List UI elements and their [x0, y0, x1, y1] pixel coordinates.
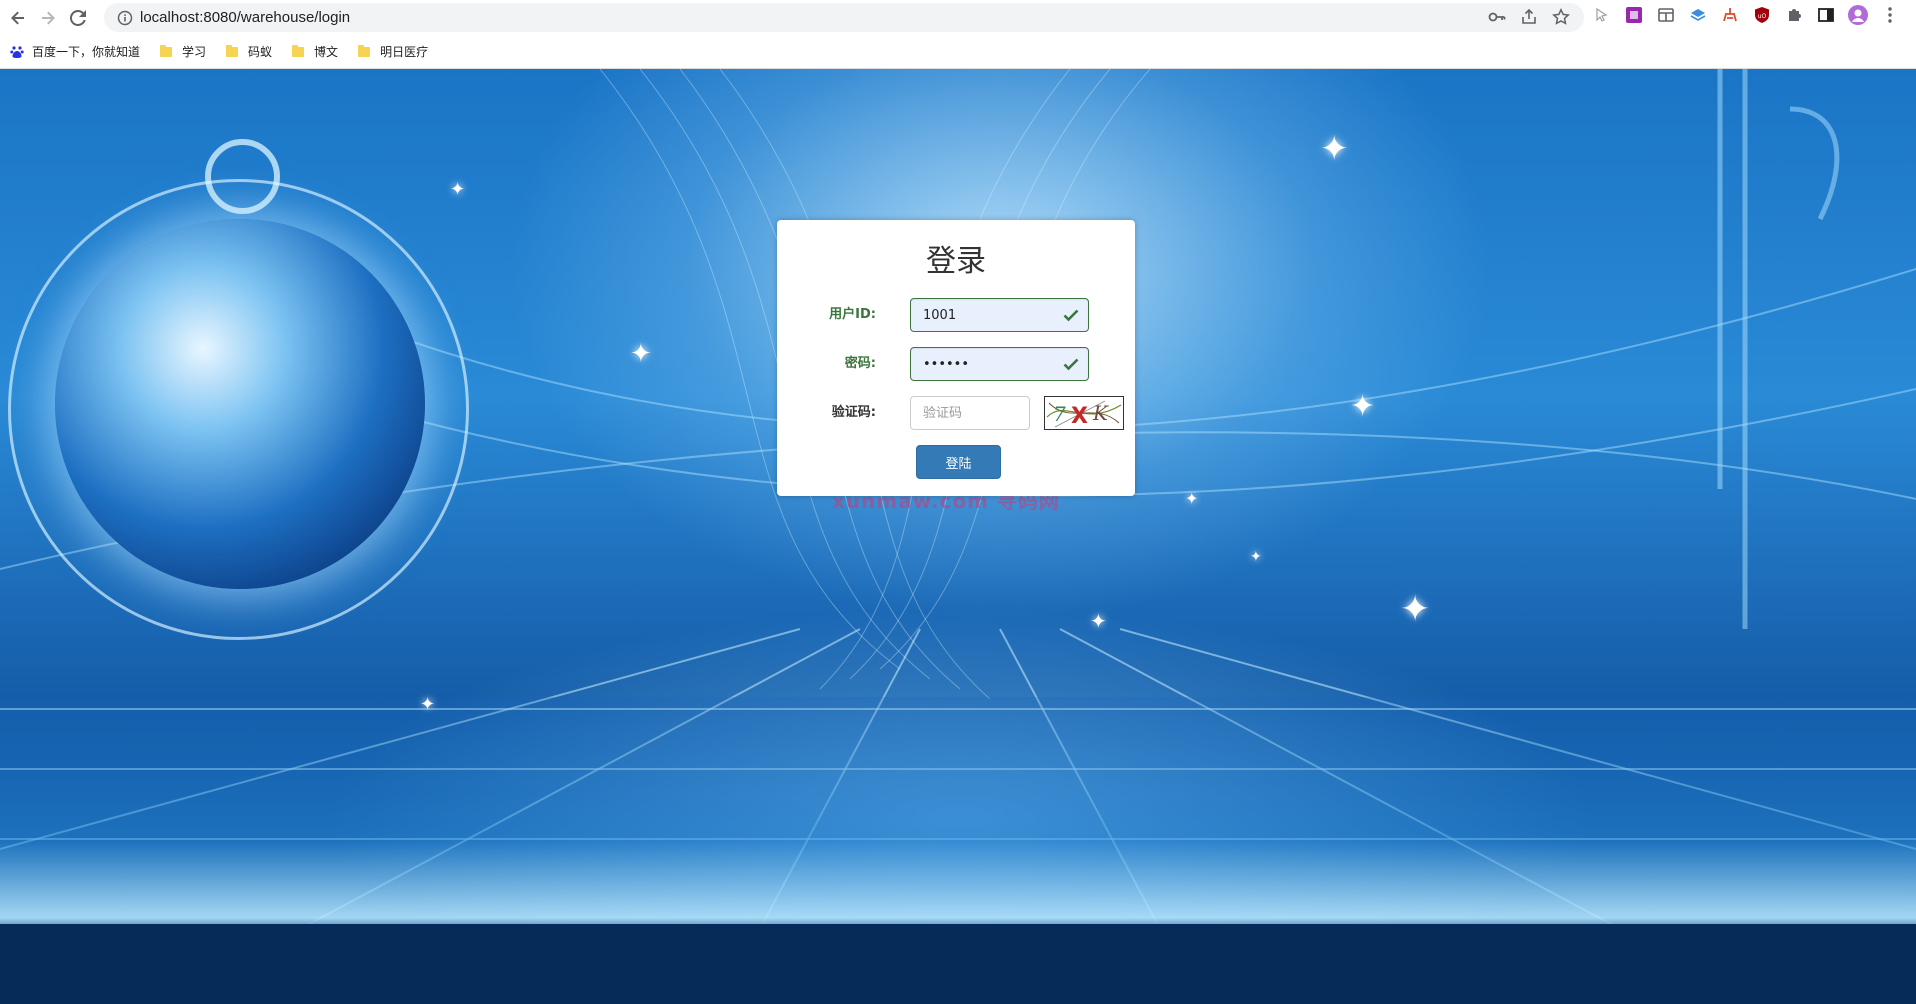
bookmark-label: 码蚁	[248, 45, 273, 59]
captcha-image[interactable]: 7 X K	[1044, 396, 1124, 430]
password-row: 密码:	[777, 347, 1135, 383]
sparkle-icon: ✦	[1185, 489, 1199, 508]
folder-icon	[358, 44, 371, 57]
captcha-char-3: K	[1092, 401, 1109, 425]
sparkle-icon: ✦	[420, 694, 436, 715]
check-icon	[1063, 356, 1079, 372]
sparkle-icon: ✦	[1090, 609, 1107, 633]
login-submit-button[interactable]: 登陆	[916, 445, 1001, 479]
browser-toolbar: localhost:8080/warehouse/login uO	[0, 0, 1916, 35]
pdf-extension-icon[interactable]	[1624, 5, 1644, 25]
url-text[interactable]: localhost:8080/warehouse/login	[140, 9, 350, 26]
user-id-row: 用户ID:	[777, 298, 1135, 334]
bookmark-folder-blog[interactable]: 博文	[292, 43, 338, 60]
reload-icon[interactable]	[63, 3, 93, 33]
user-id-label: 用户ID:	[829, 307, 876, 322]
captcha-row: 验证码: 7 X K	[777, 396, 1135, 432]
folder-icon	[160, 44, 173, 57]
login-title: 登录	[926, 244, 986, 279]
bookmark-star-icon[interactable]	[1552, 8, 1570, 30]
bookmark-label: 明日医疗	[380, 45, 429, 59]
password-label: 密码:	[844, 356, 876, 371]
bookmark-label: 博文	[314, 45, 339, 59]
translate-extension-icon[interactable]	[1720, 5, 1740, 25]
layers-extension-icon[interactable]	[1688, 5, 1708, 25]
bookmark-label: 百度一下，你就知道	[32, 45, 141, 59]
check-icon	[1063, 307, 1079, 323]
globe-illustration	[55, 219, 425, 589]
extensions-puzzle-icon[interactable]	[1784, 5, 1804, 25]
sparkle-icon: ✦	[1350, 389, 1376, 424]
sparkle-icon: ✦	[1320, 129, 1349, 169]
bookmark-baidu[interactable]: 百度一下，你就知道	[10, 43, 140, 60]
captcha-char-1: 7	[1053, 402, 1066, 426]
bookmark-folder-medical[interactable]: 明日医疗	[358, 43, 428, 60]
sparkle-icon: ✦	[450, 179, 466, 200]
extensions-area: uO	[1592, 5, 1900, 25]
captcha-char-2: X	[1071, 404, 1088, 429]
store-extension-icon[interactable]	[1656, 5, 1676, 25]
grid-floor	[0, 697, 1916, 937]
share-icon[interactable]	[1520, 8, 1538, 30]
address-bar[interactable]: localhost:8080/warehouse/login	[104, 3, 1584, 32]
profile-avatar[interactable]	[1848, 5, 1868, 25]
key-icon[interactable]	[1488, 8, 1506, 30]
menu-kebab-icon[interactable]	[1880, 5, 1900, 25]
bookmark-label: 学习	[182, 45, 207, 59]
site-info-icon[interactable]	[110, 10, 140, 26]
bookmarks-bar: 百度一下，你就知道 学习 码蚁 博文 明日医疗	[0, 35, 1916, 69]
orbit-satellite-ring	[205, 139, 280, 214]
login-card: 登录 用户ID: 密码: 验证码: 7 X K 登陆	[777, 220, 1135, 496]
side-panel-icon[interactable]	[1816, 5, 1836, 25]
bookmark-folder-study[interactable]: 学习	[160, 43, 206, 60]
captcha-input[interactable]	[910, 396, 1030, 430]
cursor-extension-icon[interactable]	[1592, 5, 1612, 25]
ublock-shield-icon[interactable]: uO	[1752, 5, 1772, 25]
bookmark-folder-maya[interactable]: 码蚁	[226, 43, 272, 60]
folder-icon	[292, 44, 305, 57]
baidu-paw-icon	[10, 45, 24, 59]
back-icon[interactable]	[3, 3, 33, 33]
captcha-label: 验证码:	[831, 405, 876, 420]
sparkle-icon: ✦	[1250, 549, 1262, 565]
svg-text:uO: uO	[1758, 13, 1767, 20]
sparkle-icon: ✦	[1400, 589, 1431, 630]
folder-icon	[226, 44, 239, 57]
sparkle-icon: ✦	[630, 339, 652, 369]
bottom-dark-band	[0, 924, 1916, 1004]
forward-icon[interactable]	[33, 3, 63, 33]
login-page-background: ✦ ✦ ✦ ✦ ✦ ✦ ✦ ✦ ✦ xunmaw.com 寻码网	[0, 69, 1916, 1004]
